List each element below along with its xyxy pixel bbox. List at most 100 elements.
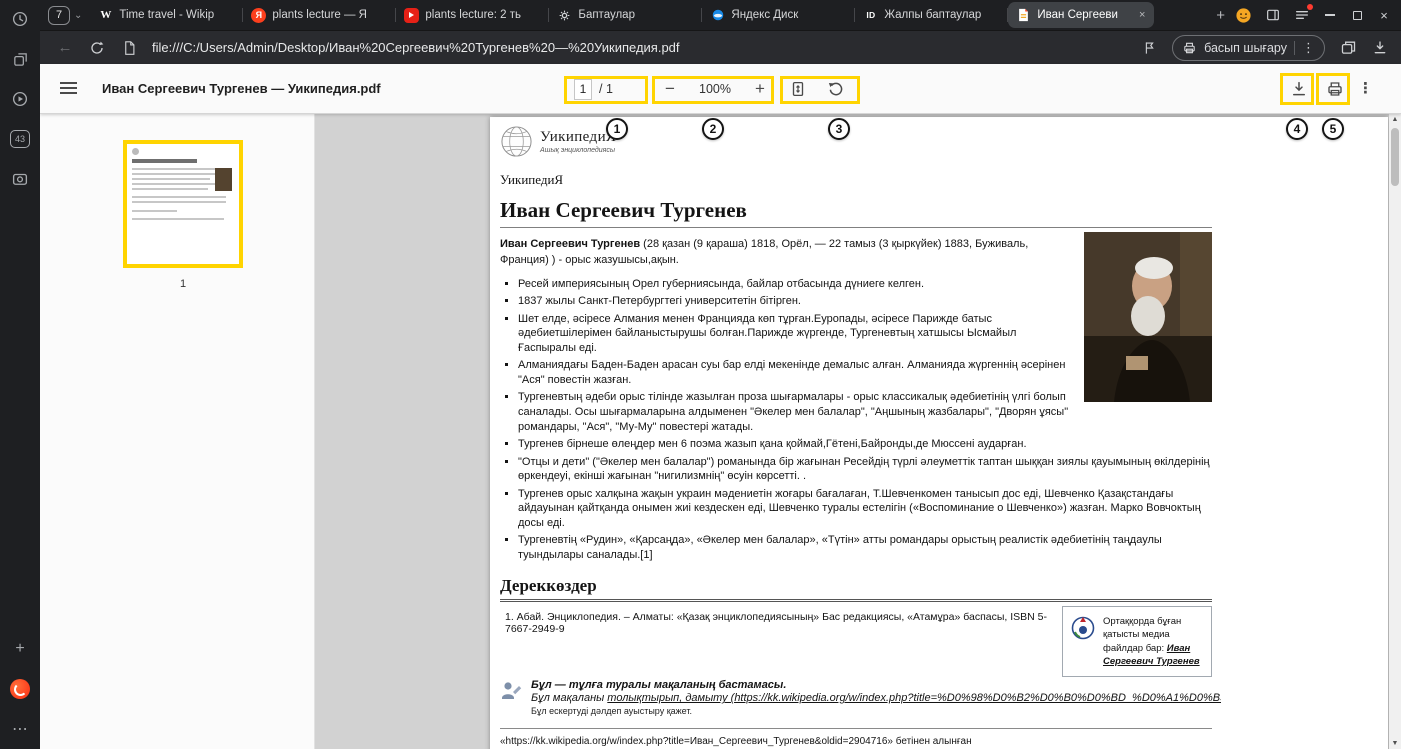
menu-icon[interactable] — [60, 82, 77, 97]
page-area: УикипедиЯ Ашық энциклопедиясы УикипедиЯ … — [316, 114, 1389, 749]
rail-more-icon[interactable]: ⋯ — [10, 719, 30, 739]
page-total: / 1 — [599, 82, 613, 96]
article-title: Иван Сергеевич Тургенев — [500, 198, 1212, 228]
history-icon[interactable] — [10, 9, 30, 29]
page-number-input[interactable]: 1 — [574, 79, 592, 100]
stub-note: Бұл ескертуді дәлдеп ауыстыру қажет. — [531, 706, 1221, 716]
commons-box: Ортаққорда бұған қатысты медиа файлдар б… — [1062, 606, 1212, 677]
pdf-viewer: Иван Сергеевич Тургенев — Уикипедия.pdf … — [40, 64, 1401, 749]
pdf-icon — [1016, 8, 1031, 23]
tab-count: 7 — [48, 6, 70, 25]
file-page-icon — [120, 39, 138, 57]
edit-link: толықтырып, дамыту (https://kk.wikipedia… — [607, 692, 1221, 704]
references-heading: Дереккөздер — [500, 576, 1212, 602]
tab-time-travel[interactable]: W Time travel - Wikip — [90, 2, 242, 28]
add-panel-icon[interactable]: + — [10, 639, 30, 659]
site-name: УикипедиЯ — [500, 172, 1212, 188]
back-icon[interactable]: ← — [56, 39, 74, 57]
scrollbar-thumb[interactable] — [1391, 128, 1399, 186]
yandex-disk-icon — [710, 8, 725, 23]
wikipedia-wordmark: УикипедиЯ — [540, 129, 616, 146]
close-button[interactable]: × — [1377, 8, 1391, 22]
maximize-button[interactable] — [1350, 8, 1364, 22]
document-title: Иван Сергеевич Тургенев — Уикипедия.pdf — [102, 64, 381, 114]
tab-turgenev-pdf[interactable]: Иван Сергееви × — [1008, 2, 1154, 28]
retrieved-from-line: «https://kk.wikipedia.org/w/index.php?ti… — [500, 736, 1212, 747]
panels-icon[interactable] — [1339, 39, 1357, 57]
youtube-icon — [404, 8, 419, 23]
new-tab-button[interactable]: + — [1216, 7, 1225, 24]
tab-settings[interactable]: Баптаулар — [549, 2, 701, 28]
commons-icon — [1070, 615, 1096, 668]
tab-general-settings[interactable]: ID Жалпы баптаулар — [855, 2, 1007, 28]
rotate-icon[interactable] — [825, 78, 847, 100]
url-field[interactable]: file:///C:/Users/Admin/Desktop/Иван%20Се… — [152, 40, 1126, 55]
thumbnail-page-number: 1 — [123, 278, 243, 290]
profile-avatar[interactable] — [1235, 7, 1252, 24]
print-label: басып шығару — [1204, 41, 1287, 55]
wikipedia-globe-icon — [500, 125, 533, 158]
yandex-icon: Я — [251, 8, 266, 23]
tabs-strip: W Time travel - Wikip Я plants lecture —… — [90, 0, 1210, 30]
tabs-count-badge: 43 — [10, 130, 30, 148]
wikipedia-icon: W — [98, 8, 113, 23]
zoom-in-button[interactable]: + — [751, 79, 769, 99]
viewer-body: 1 УикипедиЯ Ашық энциклопедиясы Уикипеди… — [40, 114, 1401, 749]
tab-counter-button[interactable]: 7 ⌄ — [48, 6, 82, 25]
tab-plants-lecture-video[interactable]: plants lecture: 2 ть — [396, 2, 548, 28]
notifications-icon[interactable] — [1294, 7, 1310, 23]
stub-person-icon — [500, 679, 522, 703]
download-icon[interactable] — [1288, 78, 1310, 100]
bookmark-flag-icon[interactable] — [1140, 39, 1158, 57]
yandex-browser-icon[interactable] — [10, 679, 30, 699]
stub-line-1: Бұл — тұлға туралы мақаланың бастамасы. — [531, 679, 1221, 691]
zoom-controls: − 100% + — [661, 64, 769, 114]
commons-text: Ортаққорда бұған қатысты медиа файлдар б… — [1103, 615, 1204, 668]
downloads-icon[interactable] — [1371, 39, 1389, 57]
scrollbar[interactable]: ▲ ▼ — [1389, 114, 1401, 749]
pdf-page: УикипедиЯ Ашық энциклопедиясы УикипедиЯ … — [490, 117, 1388, 749]
wikipedia-tagline: Ашық энциклопедиясы — [540, 147, 616, 154]
browser-side-rail: 43 + ⋯ — [0, 0, 40, 749]
tab-close-icon[interactable]: × — [1138, 9, 1146, 21]
wikipedia-header: УикипедиЯ Ашық энциклопедиясы — [500, 125, 1212, 158]
phone-tabs-icon[interactable]: 43 — [10, 129, 30, 149]
pill-divider — [1294, 41, 1295, 55]
more-options-icon[interactable]: ⋮ — [1358, 64, 1373, 114]
collections-icon[interactable] — [10, 49, 30, 69]
fit-page-icon[interactable] — [787, 78, 809, 100]
thumbnail-panel: 1 — [40, 114, 315, 749]
print-icon[interactable] — [1324, 78, 1346, 100]
pdf-toolbar: Иван Сергеевич Тургенев — Уикипедия.pdf … — [40, 64, 1401, 114]
print-more-icon[interactable]: ⋮ — [1302, 40, 1315, 56]
fact-item: Тургенев орыс халқына жақын украин мәден… — [518, 487, 1212, 531]
screenshot-icon[interactable] — [10, 169, 30, 189]
fact-item: Тургеневтің «Рудин», «Қарсаңда», «Әкелер… — [518, 533, 1212, 562]
side-panel-icon[interactable] — [1265, 7, 1281, 23]
stub-line-2: Бұл мақаланы толықтырып, дамыту (https:/… — [531, 692, 1221, 704]
minimize-button[interactable] — [1323, 8, 1337, 22]
page-thumbnail[interactable] — [123, 140, 243, 268]
gear-icon — [557, 8, 572, 23]
tab-plants-lecture-music[interactable]: Я plants lecture — Я — [243, 2, 395, 28]
printer-icon — [1182, 41, 1197, 55]
scroll-down-icon[interactable]: ▼ — [1389, 740, 1401, 747]
chevron-down-icon: ⌄ — [74, 10, 82, 21]
scroll-up-icon[interactable]: ▲ — [1389, 116, 1401, 123]
print-page-button[interactable]: басып шығару ⋮ — [1172, 35, 1325, 61]
id-icon: ID — [863, 8, 878, 23]
zoom-out-button[interactable]: − — [661, 79, 679, 99]
page-indicator: 1 / 1 — [574, 64, 613, 114]
footer-divider — [500, 728, 1212, 729]
fact-item: "Отцы и дети" ("Әкелер мен балалар") ром… — [518, 455, 1212, 484]
player-icon[interactable] — [10, 89, 30, 109]
tab-yandex-disk[interactable]: Яндекс Диск — [702, 2, 854, 28]
stub-notice: Бұл — тұлға туралы мақаланың бастамасы. … — [500, 679, 1212, 716]
reload-icon[interactable] — [88, 39, 106, 57]
tab-bar: 7 ⌄ W Time travel - Wikip Я plants lectu… — [40, 0, 1401, 30]
fact-item: Тургенев бірнеше өлеңдер мен 6 поэма жаз… — [518, 437, 1212, 452]
zoom-level: 100% — [699, 82, 731, 96]
address-bar: ← file:///C:/Users/Admin/Desktop/Иван%20… — [40, 30, 1401, 64]
turgenev-portrait — [1084, 232, 1212, 402]
tabbar-right-controls: × — [1235, 7, 1401, 24]
